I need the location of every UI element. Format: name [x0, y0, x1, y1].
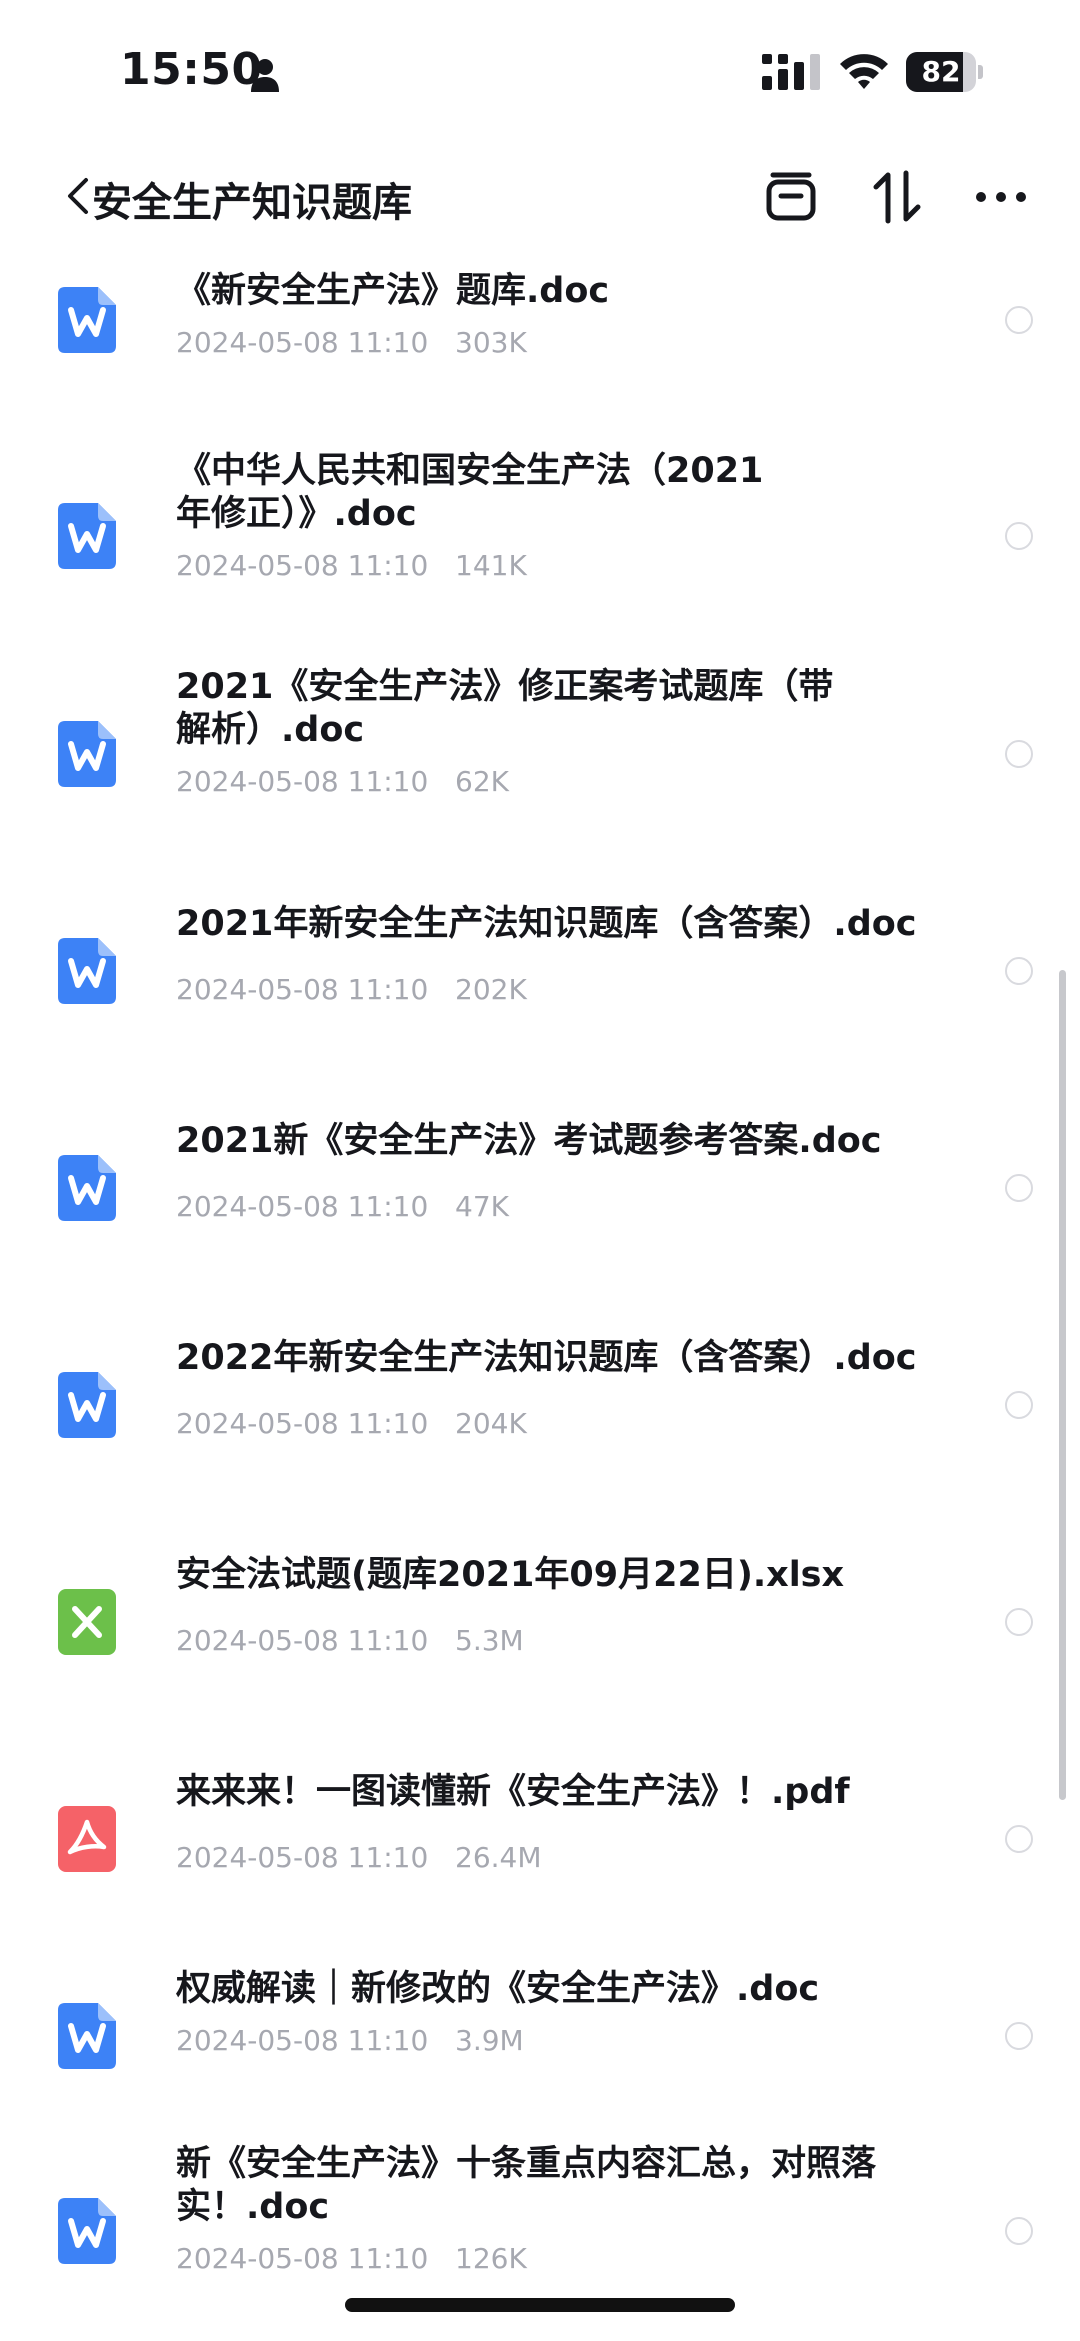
file-item[interactable]: 《新安全生产法》题库.doc 2024-05-08 11:10 303K: [0, 260, 1080, 470]
select-radio[interactable]: [1005, 2217, 1033, 2245]
file-meta: 2024-05-08 11:10 204K: [176, 1406, 896, 1442]
file-meta: 2024-05-08 11:10 62K: [176, 764, 896, 800]
word-file-icon: [58, 721, 116, 787]
file-item[interactable]: 来来来！一图读懂新《安全生产法》！.pdf 2024-05-08 11:10 2…: [0, 1743, 1080, 1953]
word-file-icon: [58, 1372, 116, 1438]
scrollbar[interactable]: [1059, 970, 1066, 1800]
file-size: 47K: [455, 1190, 510, 1223]
status-time: 15:50: [120, 44, 263, 95]
file-name: 安全法试题(题库2021年09月22日).xlsx: [176, 1555, 845, 1595]
file-date: 2024-05-08 11:10: [176, 765, 429, 798]
word-file-icon: [58, 287, 116, 353]
file-name: 来来来！一图读懂新《安全生产法》！.pdf: [176, 1772, 850, 1812]
page-title: 安全生产知识题库: [92, 180, 412, 226]
file-name: 2021《安全生产法》修正案考试题库（带解析）.doc: [176, 667, 834, 750]
file-date: 2024-05-08 11:10: [176, 2024, 429, 2057]
home-indicator[interactable]: [345, 2298, 735, 2312]
file-name: 2021新《安全生产法》考试题参考答案.doc: [176, 1121, 882, 1161]
file-date: 2024-05-08 11:10: [176, 1190, 429, 1223]
select-radio[interactable]: [1005, 2022, 1033, 2050]
file-item[interactable]: 2021新《安全生产法》考试题参考答案.doc 2024-05-08 11:10…: [0, 1092, 1080, 1302]
file-meta: 2024-05-08 11:10 303K: [176, 325, 896, 361]
cellular-signal-icon: [762, 54, 820, 90]
file-date: 2024-05-08 11:10: [176, 2242, 429, 2275]
wifi-icon: [840, 54, 888, 89]
file-size: 202K: [455, 973, 527, 1006]
file-meta: 2024-05-08 11:10 3.9M: [176, 2023, 896, 2059]
file-item[interactable]: 2021《安全生产法》修正案考试题库（带解析）.doc 2024-05-08 1…: [0, 658, 1080, 868]
file-size: 303K: [455, 326, 527, 359]
file-item[interactable]: 2022年新安全生产法知识题库（含答案）.doc 2024-05-08 11:1…: [0, 1309, 1080, 1519]
excel-file-icon: [58, 1589, 116, 1655]
sort-button[interactable]: [862, 162, 932, 232]
file-name: 《中华人民共和国安全生产法（2021年修正）》.doc: [176, 451, 764, 534]
status-bar: 15:50 82: [0, 0, 1080, 140]
file-size: 141K: [455, 549, 527, 582]
file-size: 62K: [455, 765, 510, 798]
select-radio[interactable]: [1005, 522, 1033, 550]
battery-icon: 82: [906, 52, 984, 92]
file-name: 新《安全生产法》十条重点内容汇总，对照落实！.doc: [176, 2144, 877, 2227]
person-icon: [251, 59, 279, 92]
file-date: 2024-05-08 11:10: [176, 1841, 429, 1874]
file-date: 2024-05-08 11:10: [176, 326, 429, 359]
select-radio[interactable]: [1005, 1391, 1033, 1419]
file-name: 2021年新安全生产法知识题库（含答案）.doc: [176, 904, 917, 944]
file-date: 2024-05-08 11:10: [176, 1624, 429, 1657]
select-radio[interactable]: [1005, 740, 1033, 768]
select-radio[interactable]: [1005, 1174, 1033, 1202]
file-meta: 2024-05-08 11:10 47K: [176, 1189, 896, 1225]
select-radio[interactable]: [1005, 1825, 1033, 1853]
archive-button[interactable]: [756, 162, 826, 232]
file-size: 204K: [455, 1407, 527, 1440]
file-size: 3.9M: [455, 2024, 524, 2057]
word-file-icon: [58, 1155, 116, 1221]
file-meta: 2024-05-08 11:10 126K: [176, 2241, 896, 2277]
file-item[interactable]: 权威解读｜新修改的《安全生产法》.doc 2024-05-08 11:10 3.…: [0, 1940, 1080, 2120]
file-size: 5.3M: [455, 1624, 524, 1657]
select-radio[interactable]: [1005, 957, 1033, 985]
more-icon: [976, 192, 1026, 202]
file-size: 126K: [455, 2242, 527, 2275]
file-name: 2022年新安全生产法知识题库（含答案）.doc: [176, 1338, 917, 1378]
sort-icon: [873, 170, 921, 224]
word-file-icon: [58, 2198, 116, 2264]
file-item[interactable]: 《中华人民共和国安全生产法（2021年修正）》.doc 2024-05-08 1…: [0, 440, 1080, 650]
file-list: 《新安全生产法》题库.doc 2024-05-08 11:10 303K 《中华…: [0, 260, 1080, 2300]
select-radio[interactable]: [1005, 306, 1033, 334]
file-meta: 2024-05-08 11:10 141K: [176, 548, 896, 584]
battery-level: 82: [921, 55, 961, 88]
archive-icon: [766, 172, 816, 221]
file-name: 《新安全生产法》题库.doc: [176, 271, 610, 311]
file-size: 26.4M: [455, 1841, 542, 1874]
word-file-icon: [58, 938, 116, 1004]
file-item[interactable]: 安全法试题(题库2021年09月22日).xlsx 2024-05-08 11:…: [0, 1526, 1080, 1736]
file-date: 2024-05-08 11:10: [176, 549, 429, 582]
pdf-file-icon: [58, 1806, 116, 1872]
file-item[interactable]: 2021年新安全生产法知识题库（含答案）.doc 2024-05-08 11:1…: [0, 875, 1080, 1085]
more-button[interactable]: [966, 162, 1036, 232]
select-radio[interactable]: [1005, 1608, 1033, 1636]
file-meta: 2024-05-08 11:10 5.3M: [176, 1623, 896, 1659]
nav-header: 安全生产知识题库: [0, 140, 1080, 260]
word-file-icon: [58, 503, 116, 569]
file-date: 2024-05-08 11:10: [176, 1407, 429, 1440]
file-date: 2024-05-08 11:10: [176, 973, 429, 1006]
file-meta: 2024-05-08 11:10 26.4M: [176, 1840, 896, 1876]
file-meta: 2024-05-08 11:10 202K: [176, 972, 896, 1008]
file-name: 权威解读｜新修改的《安全生产法》.doc: [176, 1969, 820, 2009]
word-file-icon: [58, 2003, 116, 2069]
